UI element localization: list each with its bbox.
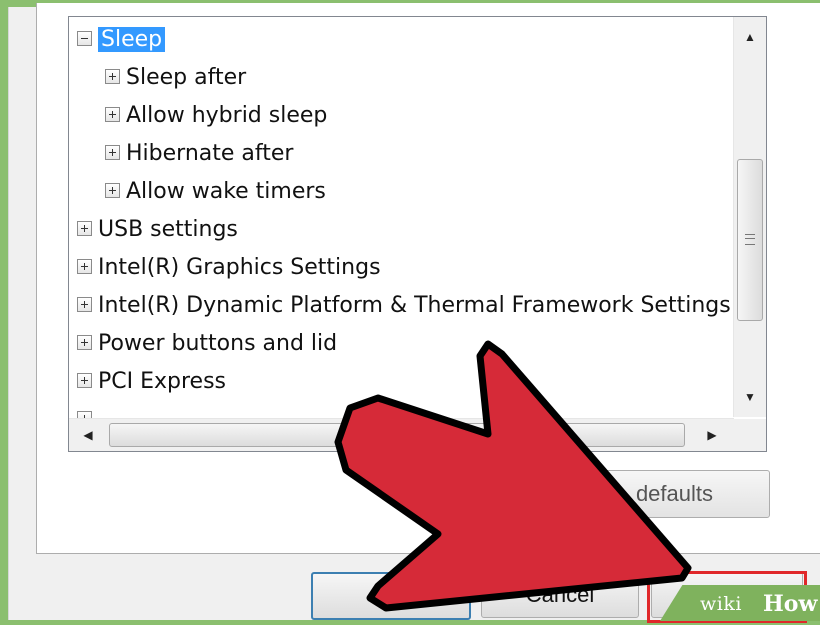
watermark-how-text: How xyxy=(763,591,818,617)
pointer-arrow-icon xyxy=(334,340,692,612)
pointer-arrow-annotation xyxy=(334,340,692,612)
watermark-wiki-text: wiki xyxy=(700,593,742,615)
